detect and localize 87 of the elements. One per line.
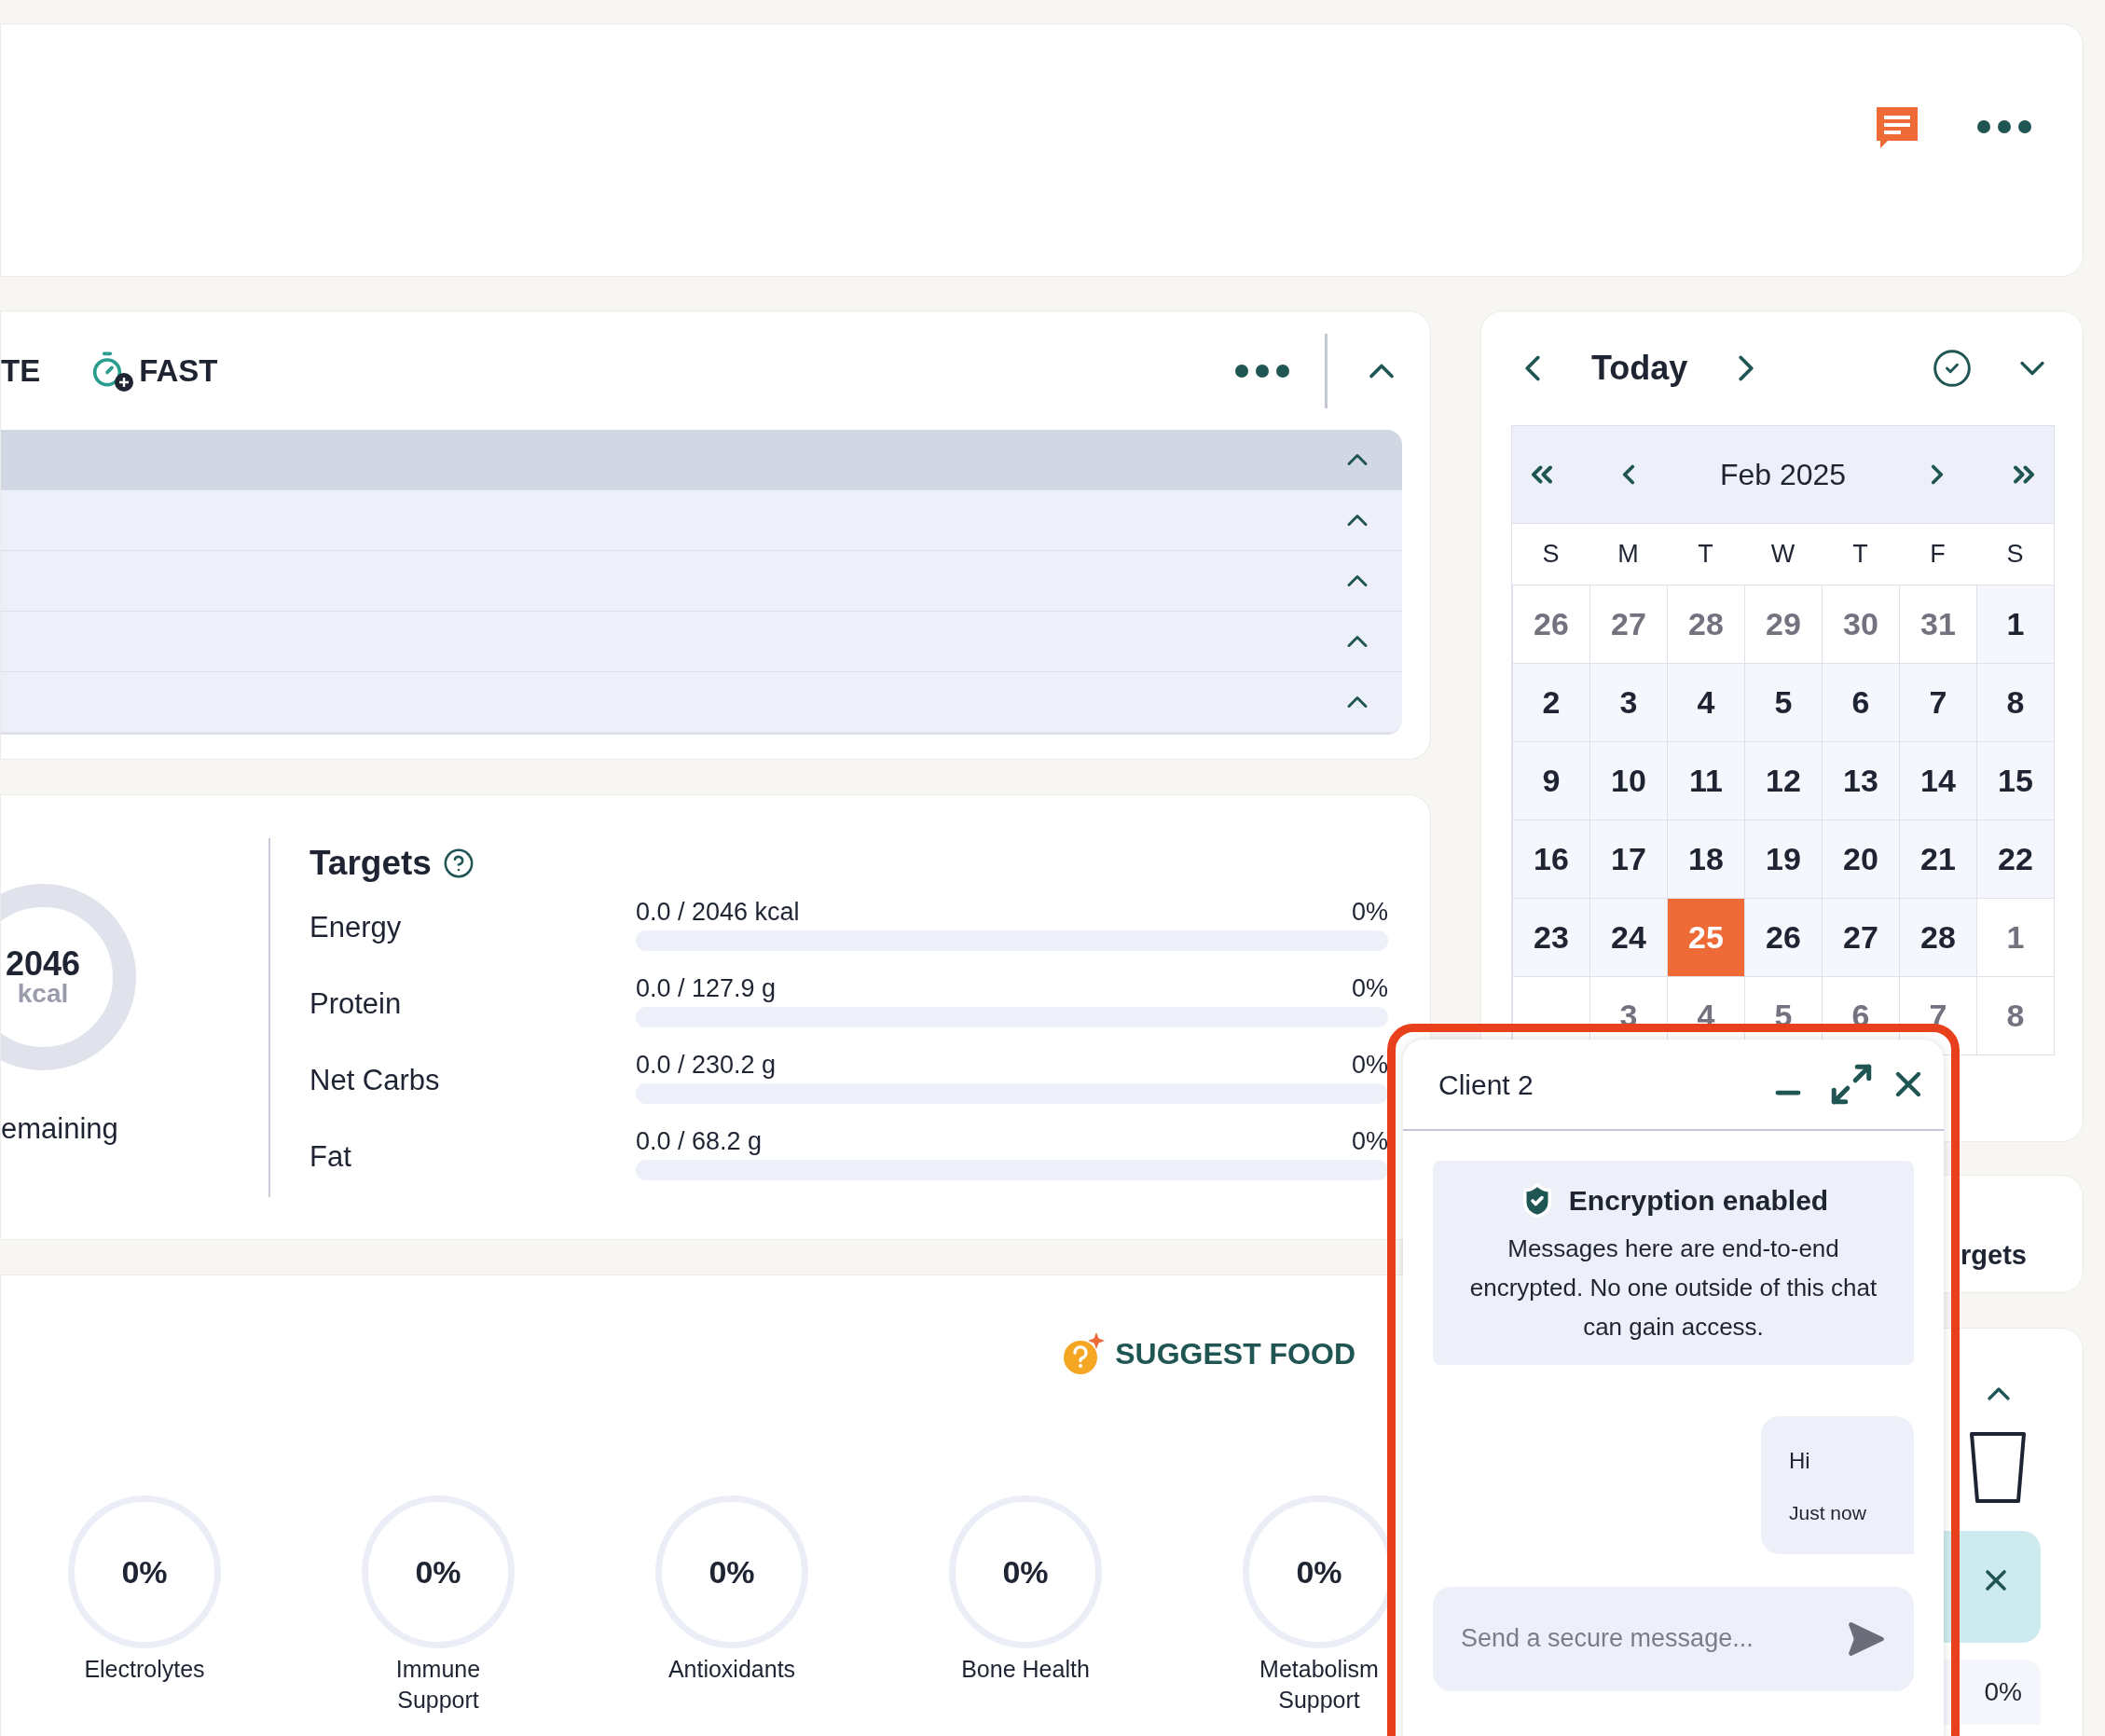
weekday-label: S xyxy=(2005,539,2025,571)
calendar-day[interactable]: 22 xyxy=(1976,820,2054,898)
calendar-day[interactable]: 27 xyxy=(1822,898,1899,976)
score-label: Electrolytes xyxy=(83,1655,206,1684)
calendar-day[interactable]: 3 xyxy=(1589,663,1667,741)
calendar-day[interactable]: 8 xyxy=(1976,663,2054,741)
calendar-day[interactable]: 28 xyxy=(1667,585,1744,663)
calendar-day[interactable]: 18 xyxy=(1667,820,1744,898)
message-input[interactable]: Send a secure message... xyxy=(1461,1619,1845,1658)
weekday-label: T xyxy=(1851,539,1869,571)
score-value: 0% xyxy=(415,1552,461,1591)
score-label: Metabolism Support xyxy=(1259,1655,1380,1715)
day-label: Today xyxy=(1591,348,1688,389)
score-value: 0% xyxy=(121,1552,168,1591)
month-label: Feb 2025 xyxy=(1718,457,1848,493)
calendar-day[interactable]: 7 xyxy=(1899,663,1976,741)
target-label: Net Carbs xyxy=(310,1062,441,1098)
toolbar-button[interactable]: TE xyxy=(1,347,41,394)
calendar-day[interactable]: 2 xyxy=(1512,663,1589,741)
more-icon[interactable] xyxy=(1235,364,1289,378)
target-percent: 0% xyxy=(1351,1049,1388,1081)
calendar-day[interactable]: 9 xyxy=(1512,741,1589,820)
calendar-day[interactable]: 20 xyxy=(1822,820,1899,898)
water-percent: 0% xyxy=(1984,1676,2022,1708)
message-field[interactable]: Send a secure message... xyxy=(1433,1586,1914,1691)
weekday-label: W xyxy=(1769,539,1796,571)
energy-value: 2046 xyxy=(5,946,81,981)
target-label: Fat xyxy=(310,1138,352,1175)
score-label: Antioxidants xyxy=(667,1655,797,1684)
score-label: Bone Health xyxy=(960,1655,1091,1684)
message-text: Hi xyxy=(1789,1447,1811,1475)
calendar-day[interactable]: 10 xyxy=(1589,741,1667,820)
target-reading: 0.0 / 68.2 g xyxy=(636,1125,763,1157)
calendar-day[interactable]: 12 xyxy=(1744,741,1822,820)
energy-caption: emaining xyxy=(1,1110,119,1147)
target-percent: 0% xyxy=(1351,972,1388,1004)
calendar-day[interactable]: 29 xyxy=(1744,585,1822,663)
calendar-day[interactable]: 14 xyxy=(1899,741,1976,820)
calendar-day[interactable]: 5 xyxy=(1744,663,1822,741)
suggest-food-button[interactable]: SUGGEST FOOD xyxy=(1063,1331,1355,1376)
weekday-label: F xyxy=(1929,539,1947,571)
calendar-day[interactable]: 16 xyxy=(1512,820,1589,898)
calendar-day[interactable]: 17 xyxy=(1589,820,1667,898)
score-value: 0% xyxy=(1296,1552,1342,1591)
calendar-day[interactable]: 19 xyxy=(1744,820,1822,898)
targets-title: Targets xyxy=(310,843,432,885)
energy-unit: kcal xyxy=(17,980,69,1007)
calendar-day[interactable]: 28 xyxy=(1899,898,1976,976)
notice-title: Encryption enabled xyxy=(1568,1184,1829,1218)
target-reading: 0.0 / 2046 kcal xyxy=(636,896,800,928)
calendar-day[interactable]: 31 xyxy=(1899,585,1976,663)
target-label: Protein xyxy=(310,985,403,1022)
calendar-day[interactable]: 6 xyxy=(1822,663,1899,741)
card-title: rgets xyxy=(1961,1238,2027,1272)
calendar-day[interactable]: 13 xyxy=(1822,741,1899,820)
check-circle-icon[interactable] xyxy=(1932,348,1973,389)
chat-title: Client 2 xyxy=(1438,1068,1534,1102)
toolbar-button[interactable]: FAST xyxy=(89,347,218,394)
calendar-day[interactable]: 21 xyxy=(1899,820,1976,898)
help-icon[interactable] xyxy=(442,847,475,879)
target-label: Energy xyxy=(310,909,403,945)
calendar-day[interactable]: 8 xyxy=(1976,976,2054,1054)
target-percent: 0% xyxy=(1351,1125,1388,1157)
calendar-day[interactable]: 26 xyxy=(1744,898,1822,976)
target-reading: 0.0 / 127.9 g xyxy=(636,972,777,1004)
calendar-day[interactable]: 1 xyxy=(1976,898,2054,976)
weekday-label: M xyxy=(1617,539,1640,571)
calendar-day[interactable]: 4 xyxy=(1667,663,1744,741)
more-icon[interactable] xyxy=(1977,120,2031,133)
score-label: Immune Support xyxy=(394,1655,482,1715)
weekday-label: S xyxy=(1541,539,1561,571)
score-value: 0% xyxy=(1002,1552,1049,1591)
calendar-day[interactable]: 11 xyxy=(1667,741,1744,820)
score-value: 0% xyxy=(709,1552,755,1591)
weekday-label: T xyxy=(1697,539,1714,571)
calendar-day[interactable]: 30 xyxy=(1822,585,1899,663)
calendar-day[interactable]: 1 xyxy=(1976,585,2054,663)
target-reading: 0.0 / 230.2 g xyxy=(636,1049,777,1081)
calendar-day[interactable]: 23 xyxy=(1512,898,1589,976)
notice-text: Messages here are end-to-end encrypted. No one outside of this chat can gain access. xyxy=(1468,1233,1878,1343)
calendar-day[interactable]: 15 xyxy=(1976,741,2054,820)
calendar-day[interactable]: 24 xyxy=(1589,898,1667,976)
question-sparkle-icon xyxy=(1063,1332,1107,1375)
calendar-day[interactable]: 26 xyxy=(1512,585,1589,663)
calendar-day[interactable]: 27 xyxy=(1589,585,1667,663)
message-time: Just now xyxy=(1789,1501,1867,1525)
target-percent: 0% xyxy=(1351,896,1388,928)
